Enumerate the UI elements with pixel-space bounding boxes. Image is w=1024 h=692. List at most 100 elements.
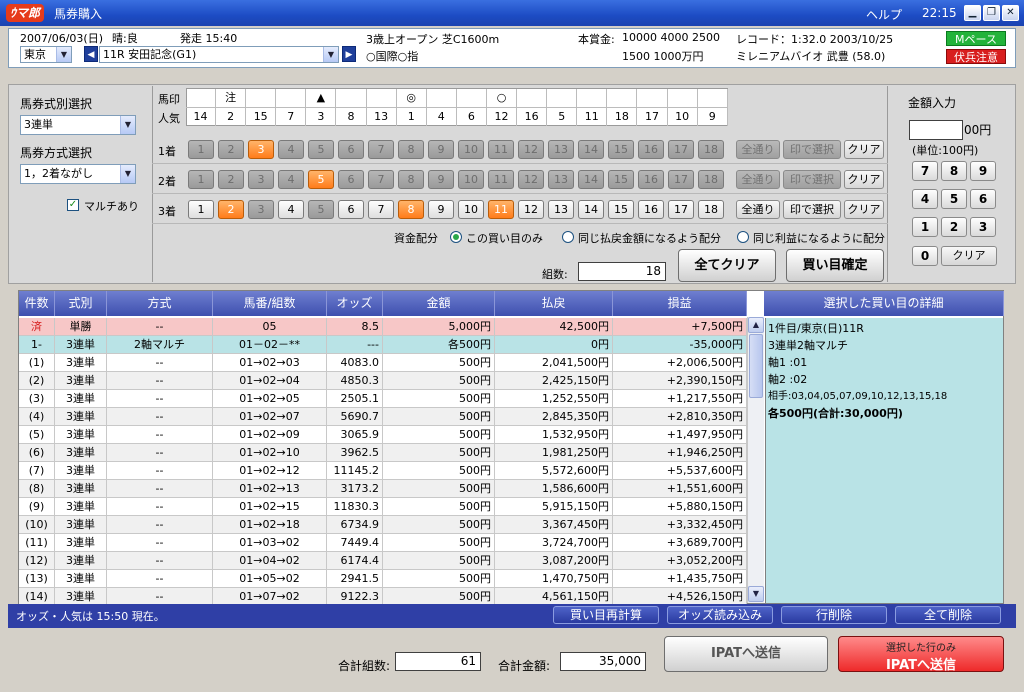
horse-number-button[interactable]: 8: [398, 200, 424, 219]
horse-number-button[interactable]: 17: [668, 170, 694, 189]
clear-all-button[interactable]: 全てクリア: [678, 249, 776, 282]
table-scrollbar[interactable]: ▲ ▼: [747, 317, 764, 603]
horse-number-button[interactable]: 16: [638, 200, 664, 219]
horse-number-button[interactable]: 6: [338, 140, 364, 159]
horse-number-button[interactable]: 1: [188, 140, 214, 159]
prev-race-button[interactable]: ◀: [84, 46, 98, 62]
horse-number-button[interactable]: 17: [668, 200, 694, 219]
horse-number-button[interactable]: 10: [458, 140, 484, 159]
table-row[interactable]: (8) 3連単 -- 01→02→13 3173.2 500円 1,586,600円 +1,5…: [19, 480, 747, 498]
row-clear-button[interactable]: クリア: [844, 140, 884, 159]
horse-number-button[interactable]: 3: [248, 200, 274, 219]
keypad-4-button[interactable]: 4: [912, 189, 938, 209]
horse-number-button[interactable]: 1: [188, 200, 214, 219]
column-header[interactable]: 方式: [107, 291, 213, 316]
help-menu[interactable]: ヘルプ: [866, 6, 902, 23]
scroll-up-icon[interactable]: ▲: [748, 317, 764, 333]
column-header[interactable]: オッズ: [327, 291, 383, 316]
alloc-radio-2[interactable]: [562, 231, 574, 243]
keypad-1-button[interactable]: 1: [912, 217, 938, 237]
table-row[interactable]: (10) 3連単 -- 01→02→18 6734.9 500円 3,367,450円 +3,…: [19, 516, 747, 534]
recalc-button[interactable]: 買い目再計算: [553, 606, 659, 624]
select-all-button[interactable]: 全通り: [736, 170, 780, 189]
horse-number-button[interactable]: 16: [638, 140, 664, 159]
table-row[interactable]: (9) 3連単 -- 01→02→15 11830.3 500円 5,915,150円 +5,…: [19, 498, 747, 516]
venue-select[interactable]: 東京 ▼: [20, 46, 72, 63]
amount-input[interactable]: [909, 120, 963, 140]
horse-number-button[interactable]: 10: [458, 170, 484, 189]
scroll-thumb[interactable]: [749, 334, 763, 398]
horse-number-button[interactable]: 2: [218, 170, 244, 189]
keypad-0-button[interactable]: 0: [912, 246, 938, 266]
multi-checkbox[interactable]: ✓: [67, 199, 79, 211]
table-row[interactable]: (7) 3連単 -- 01→02→12 11145.2 500円 5,572,600円 +5,…: [19, 462, 747, 480]
horse-number-button[interactable]: 6: [338, 170, 364, 189]
maximize-icon[interactable]: ❐: [983, 5, 1000, 21]
horse-number-button[interactable]: 3: [248, 140, 274, 159]
horse-number-button[interactable]: 5: [308, 200, 334, 219]
horse-number-button[interactable]: 15: [608, 170, 634, 189]
load-odds-button[interactable]: オッズ読み込み: [667, 606, 773, 624]
keypad-9-button[interactable]: 9: [970, 161, 996, 181]
scroll-down-icon[interactable]: ▼: [748, 586, 764, 602]
table-row[interactable]: (2) 3連単 -- 01→02→04 4850.3 500円 2,425,150円 +2,3…: [19, 372, 747, 390]
close-icon[interactable]: ✕: [1002, 5, 1019, 21]
horse-number-button[interactable]: 5: [308, 140, 334, 159]
race-select[interactable]: 11R 安田記念(G1) ▼: [99, 46, 339, 63]
select-all-button[interactable]: 全通り: [736, 140, 780, 159]
horse-number-button[interactable]: 18: [698, 170, 724, 189]
table-row[interactable]: (11) 3連単 -- 01→03→02 7449.4 500円 3,724,700円 +3,…: [19, 534, 747, 552]
horse-number-button[interactable]: 14: [578, 200, 604, 219]
horse-number-button[interactable]: 11: [488, 200, 514, 219]
row-clear-button[interactable]: クリア: [844, 200, 884, 219]
horse-number-button[interactable]: 13: [548, 200, 574, 219]
keypad-2-button[interactable]: 2: [941, 217, 967, 237]
column-header[interactable]: 馬番/組数: [213, 291, 327, 316]
horse-number-button[interactable]: 7: [368, 170, 394, 189]
column-header[interactable]: 損益: [613, 291, 747, 316]
keypad-5-button[interactable]: 5: [941, 189, 967, 209]
horse-number-button[interactable]: 4: [278, 170, 304, 189]
table-row[interactable]: (13) 3連単 -- 01→05→02 2941.5 500円 1,470,750円 +1,…: [19, 570, 747, 588]
select-by-mark-button[interactable]: 印で選択: [783, 140, 841, 159]
ipat-send-button[interactable]: IPATへ送信: [664, 636, 828, 672]
horse-number-button[interactable]: 1: [188, 170, 214, 189]
table-row[interactable]: (12) 3連単 -- 01→04→02 6174.4 500円 3,087,200円 +3,…: [19, 552, 747, 570]
bet-method-select[interactable]: 1，2着ながし ▼: [20, 164, 136, 184]
horse-number-button[interactable]: 3: [248, 170, 274, 189]
table-row[interactable]: (4) 3連単 -- 01→02→07 5690.7 500円 2,845,350円 +2,8…: [19, 408, 747, 426]
delete-all-button[interactable]: 全て削除: [895, 606, 1001, 624]
horse-number-button[interactable]: 6: [338, 200, 364, 219]
ipat-send-selected-button[interactable]: 選択した行のみ IPATへ送信: [838, 636, 1004, 673]
keypad-6-button[interactable]: 6: [970, 189, 996, 209]
horse-number-button[interactable]: 16: [638, 170, 664, 189]
delete-row-button[interactable]: 行削除: [781, 606, 887, 624]
select-by-mark-button[interactable]: 印で選択: [783, 170, 841, 189]
horse-number-button[interactable]: 5: [308, 170, 334, 189]
horse-number-button[interactable]: 18: [698, 200, 724, 219]
table-row[interactable]: 1- 3連単 2軸マルチ 01－02－** --- 各500円 0円 -35,000円: [19, 336, 747, 354]
horse-number-button[interactable]: 4: [278, 140, 304, 159]
horse-number-button[interactable]: 13: [548, 170, 574, 189]
horse-number-button[interactable]: 15: [608, 140, 634, 159]
column-header[interactable]: 金額: [383, 291, 495, 316]
table-row[interactable]: (6) 3連単 -- 01→02→10 3962.5 500円 1,981,250円 +1,9…: [19, 444, 747, 462]
horse-number-button[interactable]: 12: [518, 200, 544, 219]
horse-number-button[interactable]: 2: [218, 140, 244, 159]
horse-number-button[interactable]: 10: [458, 200, 484, 219]
alloc-radio-3[interactable]: [737, 231, 749, 243]
horse-number-button[interactable]: 11: [488, 170, 514, 189]
minimize-icon[interactable]: ▁: [964, 5, 981, 21]
horse-number-button[interactable]: 18: [698, 140, 724, 159]
alloc-radio-1[interactable]: [450, 231, 462, 243]
horse-number-button[interactable]: 9: [428, 200, 454, 219]
table-row[interactable]: (3) 3連単 -- 01→02→05 2505.1 500円 1,252,550円 +1,2…: [19, 390, 747, 408]
horse-number-button[interactable]: 14: [578, 140, 604, 159]
horse-number-button[interactable]: 11: [488, 140, 514, 159]
horse-number-button[interactable]: 12: [518, 140, 544, 159]
keypad-clear-button[interactable]: クリア: [941, 246, 997, 266]
column-header[interactable]: 払戻: [495, 291, 613, 316]
horse-number-button[interactable]: 4: [278, 200, 304, 219]
keypad-8-button[interactable]: 8: [941, 161, 967, 181]
keypad-7-button[interactable]: 7: [912, 161, 938, 181]
